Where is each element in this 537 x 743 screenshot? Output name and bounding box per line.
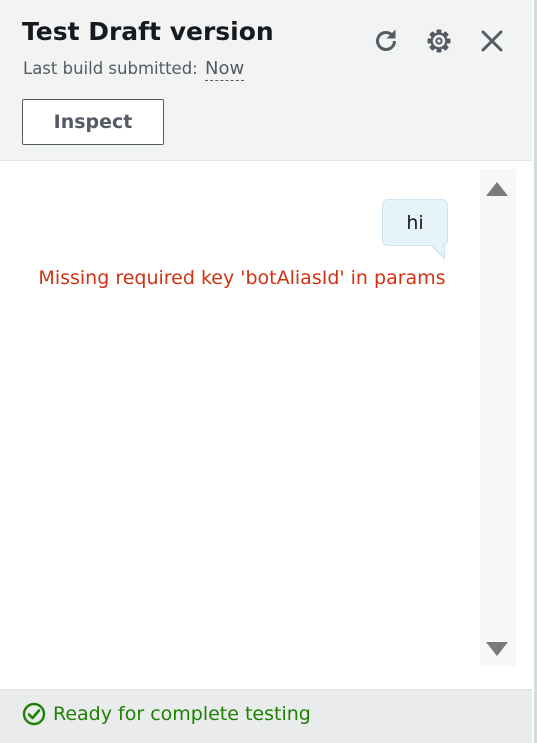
check-circle-icon	[22, 702, 53, 726]
refresh-button[interactable]	[371, 26, 401, 56]
panel-header: Test Draft version Last build submitted:…	[0, 0, 532, 161]
status-text: Ready for complete testing	[53, 703, 311, 725]
settings-button[interactable]	[424, 26, 454, 56]
conversation-area: hi Missing required key 'botAliasId' in …	[0, 161, 532, 689]
build-status-label: Last build submitted:	[23, 59, 198, 78]
status-indicator: Ready for complete testing	[22, 702, 311, 726]
user-message-tail-fill	[432, 245, 444, 257]
user-message: hi	[382, 199, 448, 246]
build-time[interactable]: Now	[205, 58, 245, 81]
test-panel: Test Draft version Last build submitted:…	[0, 0, 537, 743]
close-icon	[479, 28, 505, 54]
scrollbar[interactable]	[480, 169, 516, 666]
scroll-down-arrow-icon[interactable]	[486, 642, 508, 656]
scroll-up-arrow-icon[interactable]	[486, 182, 508, 196]
inspect-button[interactable]: Inspect	[22, 99, 164, 145]
error-message: Missing required key 'botAliasId' in par…	[38, 267, 446, 289]
build-status: Last build submitted: Now	[23, 58, 245, 81]
panel-title: Test Draft version	[22, 17, 274, 46]
refresh-icon	[372, 27, 400, 55]
settings-icon	[425, 27, 453, 55]
close-button[interactable]	[477, 26, 507, 56]
status-bar: Ready for complete testing	[0, 689, 532, 743]
